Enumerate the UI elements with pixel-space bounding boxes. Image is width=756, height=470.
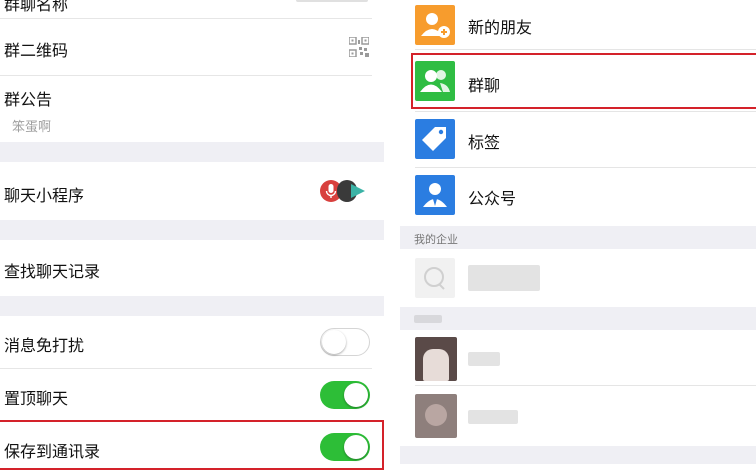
qr-code-label: 群二维码 xyxy=(4,43,69,60)
highlight-box-group-chats xyxy=(411,53,756,109)
pin-chat-label: 置顶聊天 xyxy=(4,391,69,408)
chat-mini-program-row[interactable]: 聊天小程序 xyxy=(0,162,384,220)
tag-icon xyxy=(415,119,455,159)
contacts-panel: 新的朋友 群聊 标签 公众号 我的企业 xyxy=(400,0,756,464)
contact-item-official-accounts[interactable]: 公众号 xyxy=(400,168,756,225)
group-notice-row[interactable]: 群公告 笨蛋啊 xyxy=(0,76,384,142)
highlight-box-save-to-contacts xyxy=(0,420,384,470)
play-mini-program-icon xyxy=(351,184,365,198)
contact-item-tags[interactable]: 标签 xyxy=(400,112,756,169)
new-friends-label: 新的朋友 xyxy=(468,20,533,37)
chat-mini-program-label: 聊天小程序 xyxy=(4,188,85,205)
enterprise-chat-icon xyxy=(415,258,455,298)
divider xyxy=(415,49,756,50)
pin-chat-row[interactable]: 置顶聊天 xyxy=(0,369,384,421)
mute-notifications-toggle[interactable] xyxy=(320,328,370,356)
contact-item-blurred-1[interactable] xyxy=(400,330,756,386)
tags-label: 标签 xyxy=(468,135,501,152)
blurred-contact-name xyxy=(468,352,500,366)
group-name-label: 群聊名称 xyxy=(4,0,69,14)
section-spacer xyxy=(0,296,384,316)
section-spacer xyxy=(0,142,384,162)
group-notice-content: 笨蛋啊 xyxy=(12,119,52,134)
add-friend-icon xyxy=(415,5,455,45)
group-name-value xyxy=(296,0,368,2)
mute-notifications-row[interactable]: 消息免打扰 xyxy=(0,316,384,368)
panel-gap xyxy=(384,0,400,464)
qr-code-icon xyxy=(349,37,369,57)
section-header-blurred xyxy=(400,307,756,330)
official-accounts-label: 公众号 xyxy=(468,191,517,208)
blurred-section-letter xyxy=(414,315,442,323)
blurred-enterprise-name xyxy=(468,265,540,291)
avatar xyxy=(415,394,457,438)
enterprise-item[interactable] xyxy=(400,249,756,307)
avatar xyxy=(415,337,457,381)
group-name-row[interactable]: 群聊名称 xyxy=(0,0,384,18)
search-chat-history-row[interactable]: 查找聊天记录 xyxy=(0,240,384,296)
group-notice-label: 群公告 xyxy=(4,92,53,109)
section-header-my-enterprise: 我的企业 xyxy=(400,226,756,249)
section-header-blurred xyxy=(400,446,756,464)
group-settings-panel: 群聊名称 群二维码 群公告 笨蛋啊 聊天小程序 查找聊天记录 消息免打扰 置顶聊… xyxy=(0,0,384,470)
section-spacer xyxy=(0,220,384,240)
official-account-icon xyxy=(415,175,455,215)
contact-item-blurred-2[interactable] xyxy=(400,386,756,444)
blurred-contact-name xyxy=(468,410,518,424)
qr-code-row[interactable]: 群二维码 xyxy=(0,19,384,75)
pin-chat-toggle[interactable] xyxy=(320,381,370,409)
search-chat-history-label: 查找聊天记录 xyxy=(4,264,101,281)
my-enterprise-heading: 我的企业 xyxy=(414,234,458,246)
mute-notifications-label: 消息免打扰 xyxy=(4,338,85,355)
